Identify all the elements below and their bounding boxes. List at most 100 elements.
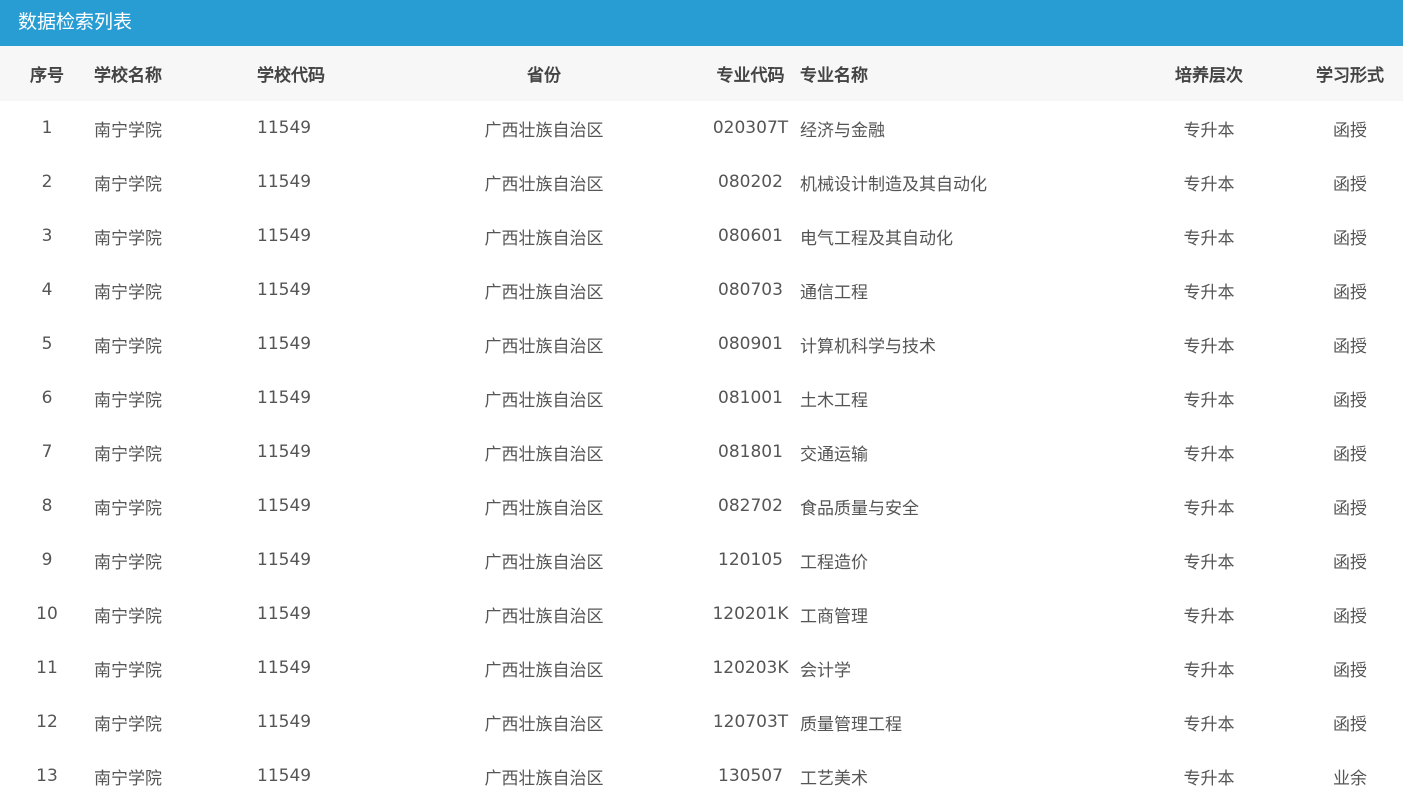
cell-province: 广西壮族自治区 [484,282,604,303]
table-row: 13 南宁学院 11549 广西壮族自治区 130507 工艺美术 专升本 业余 [0,749,1403,803]
cell-province: 广西壮族自治区 [484,120,604,141]
cell-school-code: 11549 [257,496,312,516]
cell-school-code: 11549 [257,550,312,570]
table-row: 5 南宁学院 11549 广西壮族自治区 080901 计算机科学与技术 专升本 函授 [0,317,1403,371]
cell-level: 专升本 [1183,282,1235,303]
cell-major-name: 电气工程及其自动化 [800,228,953,249]
cell-major-code: 120201K [712,604,789,624]
cell-school-name: 南宁学院 [94,390,162,411]
cell-level: 专升本 [1183,336,1235,357]
cell-index: 1 [41,118,53,138]
cell-study-form: 函授 [1333,336,1367,357]
cell-study-form: 函授 [1333,552,1367,573]
table-header-row: 序号 学校名称 学校代码 省份 专业代码 专业名称 培养层次 学习形式 [0,46,1403,101]
cell-major-name: 会计学 [800,660,851,681]
cell-major-name: 交通运输 [800,444,868,465]
table-row: 10 南宁学院 11549 广西壮族自治区 120201K 工商管理 专升本 函授 [0,587,1403,641]
cell-study-form: 函授 [1333,498,1367,519]
cell-level: 专升本 [1183,120,1235,141]
col-header-school-code: 学校代码 [257,66,325,86]
cell-study-form: 函授 [1333,390,1367,411]
cell-study-form: 函授 [1333,660,1367,681]
cell-index: 3 [41,226,53,246]
cell-major-code: 120105 [718,550,783,570]
cell-level: 专升本 [1183,552,1235,573]
cell-school-code: 11549 [257,712,312,732]
cell-school-code: 11549 [257,226,312,246]
cell-school-code: 11549 [257,172,312,192]
cell-level: 专升本 [1183,768,1235,789]
cell-index: 4 [41,280,53,300]
cell-major-code: 130507 [718,766,783,786]
col-header-level: 培养层次 [1175,66,1243,86]
cell-school-name: 南宁学院 [94,660,162,681]
cell-province: 广西壮族自治区 [484,714,604,735]
cell-index: 2 [41,172,53,192]
cell-school-code: 11549 [257,388,312,408]
cell-major-code: 120703T [712,712,789,732]
cell-major-code: 020307T [712,118,789,138]
cell-major-code: 081801 [718,442,783,462]
results-table: 序号 学校名称 学校代码 省份 专业代码 专业名称 培养层次 学习形式 1 南宁学… [0,46,1403,803]
cell-school-name: 南宁学院 [94,336,162,357]
cell-study-form: 函授 [1333,714,1367,735]
cell-province: 广西壮族自治区 [484,336,604,357]
cell-index: 9 [41,550,53,570]
cell-study-form: 函授 [1333,228,1367,249]
table-row: 12 南宁学院 11549 广西壮族自治区 120703T 质量管理工程 专升本 函授 [0,695,1403,749]
cell-school-name: 南宁学院 [94,714,162,735]
cell-index: 5 [41,334,53,354]
col-header-province: 省份 [527,66,561,86]
cell-school-name: 南宁学院 [94,228,162,249]
cell-school-code: 11549 [257,442,312,462]
cell-index: 8 [41,496,53,516]
cell-index: 11 [36,658,58,678]
cell-major-name: 经济与金融 [800,120,885,141]
cell-school-code: 11549 [257,334,312,354]
cell-study-form: 函授 [1333,120,1367,141]
cell-major-code: 081001 [718,388,783,408]
cell-major-name: 通信工程 [800,282,868,303]
cell-province: 广西壮族自治区 [484,444,604,465]
col-header-index: 序号 [30,66,64,86]
cell-major-name: 质量管理工程 [800,714,902,735]
cell-province: 广西壮族自治区 [484,768,604,789]
table-row: 4 南宁学院 11549 广西壮族自治区 080703 通信工程 专升本 函授 [0,263,1403,317]
cell-province: 广西壮族自治区 [484,498,604,519]
cell-school-name: 南宁学院 [94,174,162,195]
cell-level: 专升本 [1183,174,1235,195]
cell-school-code: 11549 [257,604,312,624]
table-row: 11 南宁学院 11549 广西壮族自治区 120203K 会计学 专升本 函授 [0,641,1403,695]
col-header-major-name: 专业名称 [800,66,868,86]
cell-school-name: 南宁学院 [94,444,162,465]
page-title: 数据检索列表 [0,0,1403,46]
col-header-school-name: 学校名称 [94,66,162,86]
cell-study-form: 函授 [1333,444,1367,465]
table-row: 6 南宁学院 11549 广西壮族自治区 081001 土木工程 专升本 函授 [0,371,1403,425]
cell-major-name: 计算机科学与技术 [800,336,936,357]
cell-school-name: 南宁学院 [94,498,162,519]
table-row: 1 南宁学院 11549 广西壮族自治区 020307T 经济与金融 专升本 函授 [0,101,1403,155]
table-row: 3 南宁学院 11549 广西壮族自治区 080601 电气工程及其自动化 专升本 函授 [0,209,1403,263]
cell-major-code: 120203K [712,658,789,678]
cell-province: 广西壮族自治区 [484,228,604,249]
cell-level: 专升本 [1183,228,1235,249]
table-row: 7 南宁学院 11549 广西壮族自治区 081801 交通运输 专升本 函授 [0,425,1403,479]
cell-level: 专升本 [1183,444,1235,465]
cell-major-code: 080601 [718,226,783,246]
cell-school-code: 11549 [257,658,312,678]
cell-school-name: 南宁学院 [94,768,162,789]
cell-study-form: 函授 [1333,282,1367,303]
cell-province: 广西壮族自治区 [484,174,604,195]
cell-level: 专升本 [1183,606,1235,627]
col-header-major-code: 专业代码 [716,66,785,86]
table-row: 9 南宁学院 11549 广西壮族自治区 120105 工程造价 专升本 函授 [0,533,1403,587]
cell-study-form: 业余 [1333,768,1367,789]
cell-school-name: 南宁学院 [94,120,162,141]
col-header-study-form: 学习形式 [1316,66,1384,86]
cell-level: 专升本 [1183,660,1235,681]
cell-study-form: 函授 [1333,174,1367,195]
cell-index: 12 [36,712,58,732]
cell-school-name: 南宁学院 [94,606,162,627]
cell-major-name: 工程造价 [800,552,868,573]
